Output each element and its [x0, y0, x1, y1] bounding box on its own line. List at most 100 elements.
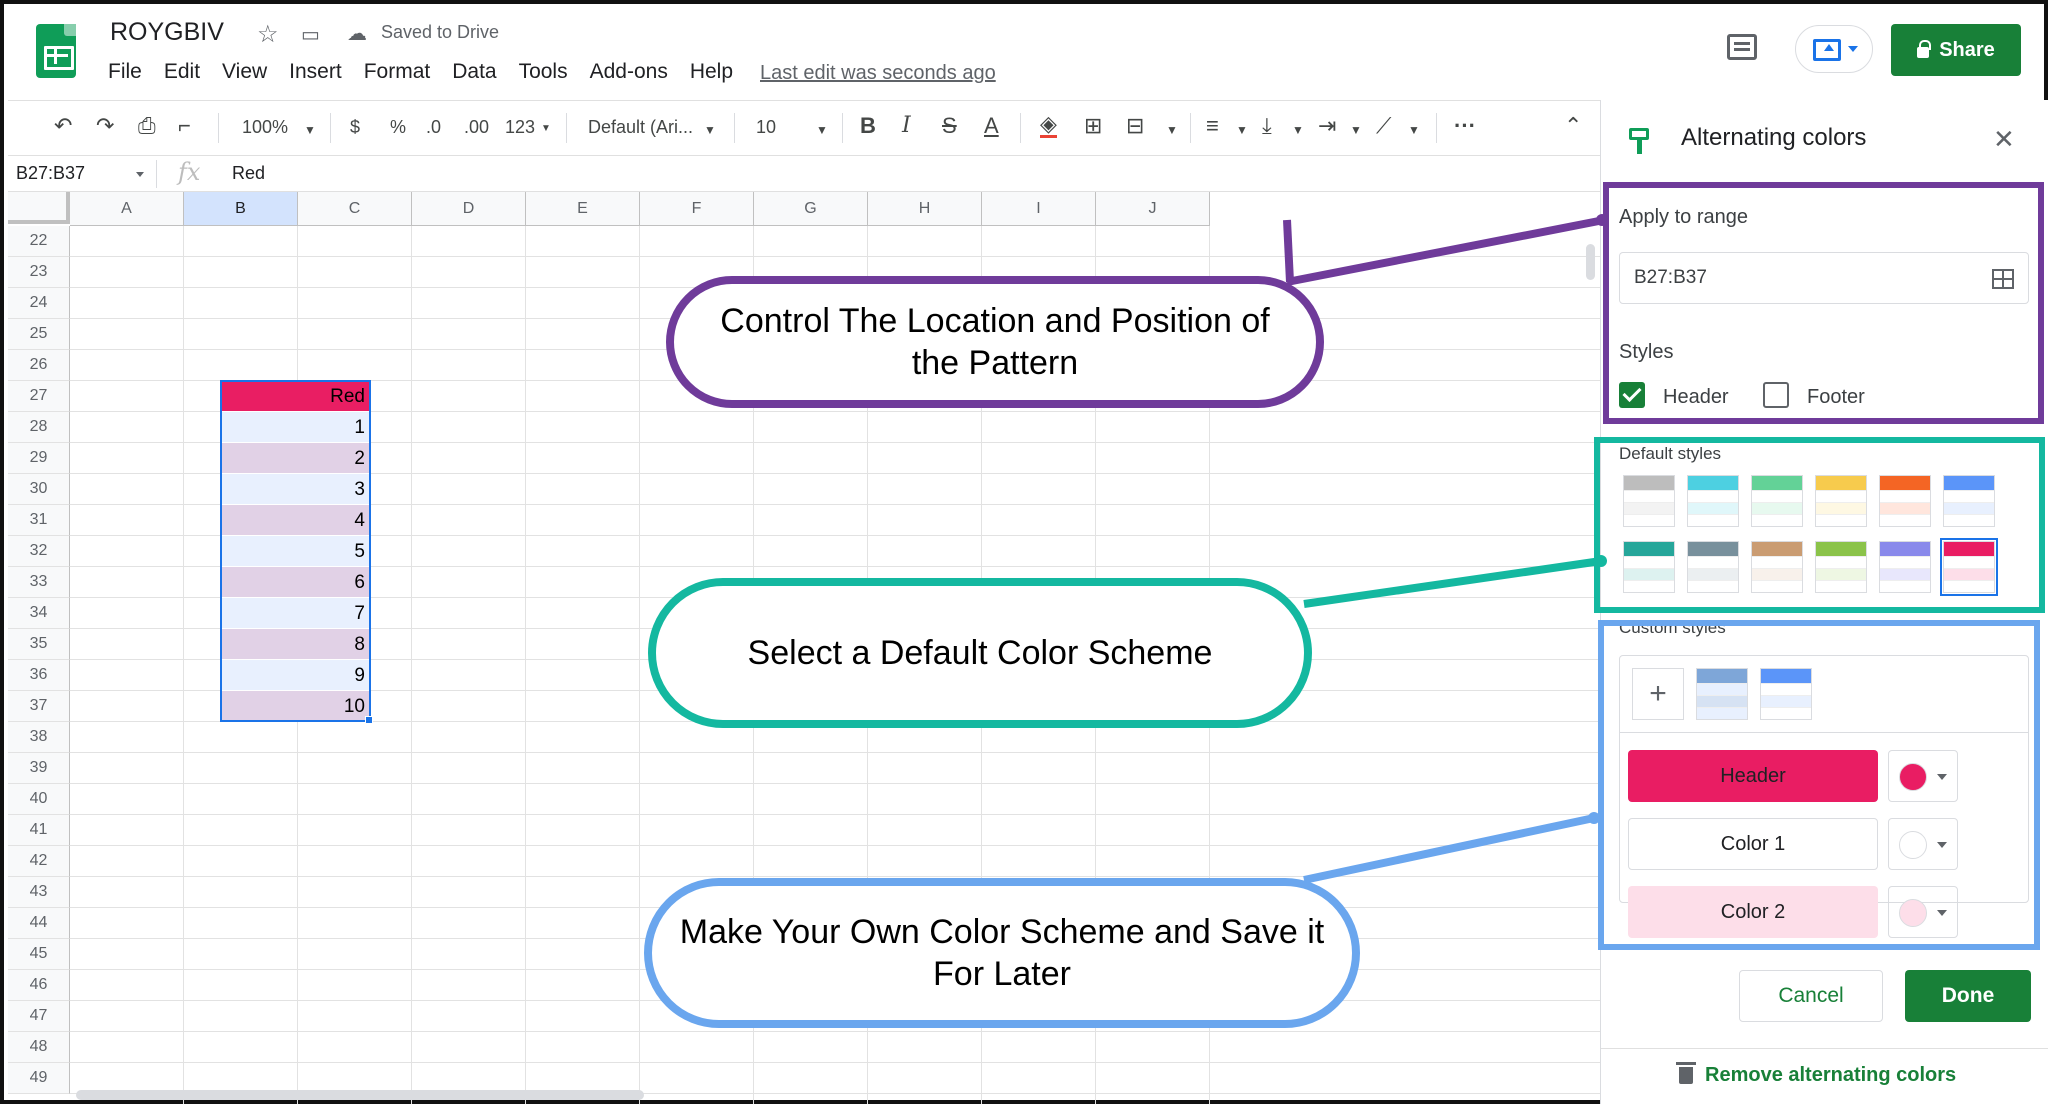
default-style-swatch[interactable]: [1687, 541, 1739, 593]
row-header[interactable]: 46: [8, 970, 70, 1001]
horizontal-align-icon[interactable]: ≡: [1206, 113, 1219, 139]
cancel-button[interactable]: Cancel: [1739, 970, 1883, 1022]
row-header[interactable]: 39: [8, 753, 70, 784]
row-header[interactable]: 29: [8, 443, 70, 474]
italic-button[interactable]: I: [902, 113, 911, 138]
last-edit-link[interactable]: Last edit was seconds ago: [760, 62, 996, 85]
row-header[interactable]: 28: [8, 412, 70, 443]
text-rotation-icon[interactable]: ⟋: [1376, 113, 1391, 139]
paint-format-icon[interactable]: ⌐: [178, 113, 191, 139]
row-header[interactable]: 41: [8, 815, 70, 846]
cell-b36[interactable]: 9: [221, 660, 369, 691]
default-style-swatch[interactable]: [1623, 475, 1675, 527]
default-style-swatch[interactable]: [1940, 538, 1998, 596]
cell-b27[interactable]: Red: [221, 381, 369, 412]
row-header[interactable]: 45: [8, 939, 70, 970]
color-picker-button[interactable]: [1888, 818, 1958, 870]
row-header[interactable]: 30: [8, 474, 70, 505]
decrease-decimal-button[interactable]: .0: [426, 117, 441, 138]
add-custom-style-button[interactable]: +: [1632, 668, 1684, 720]
column-header-d[interactable]: D: [412, 192, 526, 226]
text-color-button[interactable]: A: [984, 113, 999, 139]
default-style-swatch[interactable]: [1623, 541, 1675, 593]
cell-b29[interactable]: 2: [221, 443, 369, 474]
cell-b30[interactable]: 3: [221, 474, 369, 505]
menu-data[interactable]: Data: [452, 60, 496, 84]
default-style-swatch[interactable]: [1751, 541, 1803, 593]
default-style-swatch[interactable]: [1687, 475, 1739, 527]
fill-handle[interactable]: [365, 716, 373, 724]
star-icon[interactable]: ☆: [257, 20, 279, 49]
strikethrough-button[interactable]: S: [942, 113, 957, 139]
row-header[interactable]: 38: [8, 722, 70, 753]
row-header[interactable]: 32: [8, 536, 70, 567]
sheets-logo-icon[interactable]: [36, 24, 76, 78]
cell-b31[interactable]: 4: [221, 505, 369, 536]
menu-tools[interactable]: Tools: [519, 60, 568, 84]
undo-icon[interactable]: ↶: [54, 113, 72, 139]
more-options-icon[interactable]: ···: [1454, 113, 1476, 139]
default-style-swatch[interactable]: [1815, 541, 1867, 593]
row-header[interactable]: 27: [8, 381, 70, 412]
menu-help[interactable]: Help: [690, 60, 733, 84]
cell-b35[interactable]: 8: [221, 629, 369, 660]
more-formats-button[interactable]: 123: [505, 117, 535, 138]
column-header-a[interactable]: A: [70, 192, 184, 226]
row-header[interactable]: 36: [8, 660, 70, 691]
horizontal-scrollbar[interactable]: [76, 1090, 644, 1100]
default-style-swatch[interactable]: [1879, 541, 1931, 593]
move-folder-icon[interactable]: ▭: [301, 22, 320, 47]
merge-cells-icon[interactable]: ⊟: [1126, 113, 1144, 139]
default-style-swatch[interactable]: [1751, 475, 1803, 527]
close-icon[interactable]: ✕: [1993, 124, 2015, 155]
fill-color-icon[interactable]: ◈: [1040, 113, 1057, 138]
row-header[interactable]: 37: [8, 691, 70, 722]
default-style-swatch[interactable]: [1943, 475, 1995, 527]
font-select[interactable]: Default (Ari...: [588, 117, 693, 138]
column-header-g[interactable]: G: [754, 192, 868, 226]
row-header[interactable]: 31: [8, 505, 70, 536]
cell-b37[interactable]: 10: [221, 691, 369, 722]
menu-insert[interactable]: Insert: [289, 60, 342, 84]
row-header[interactable]: 23: [8, 257, 70, 288]
menu-edit[interactable]: Edit: [164, 60, 200, 84]
row-header[interactable]: 47: [8, 1001, 70, 1032]
row-header[interactable]: 35: [8, 629, 70, 660]
cell-b32[interactable]: 5: [221, 536, 369, 567]
currency-format-button[interactable]: $: [350, 117, 360, 138]
footer-checkbox[interactable]: [1763, 382, 1789, 408]
print-icon[interactable]: ⎙: [138, 113, 156, 139]
row-header[interactable]: 34: [8, 598, 70, 629]
default-style-swatch[interactable]: [1815, 475, 1867, 527]
cell-b34[interactable]: 7: [221, 598, 369, 629]
name-box[interactable]: B27:B37: [16, 163, 85, 184]
row-header[interactable]: 24: [8, 288, 70, 319]
color-picker-button[interactable]: [1888, 886, 1958, 938]
range-input[interactable]: B27:B37: [1619, 252, 2029, 304]
share-button[interactable]: Share: [1891, 24, 2021, 76]
custom-style-swatch[interactable]: [1760, 668, 1812, 720]
increase-decimal-button[interactable]: .00: [464, 117, 489, 138]
column-header-j[interactable]: J: [1096, 192, 1210, 226]
select-all-corner[interactable]: [8, 192, 70, 224]
cell-b28[interactable]: 1: [221, 412, 369, 443]
default-style-swatch[interactable]: [1879, 475, 1931, 527]
zoom-select[interactable]: 100%: [242, 117, 288, 138]
text-wrapping-icon[interactable]: ⇥: [1318, 113, 1336, 139]
formula-input[interactable]: Red: [232, 163, 265, 184]
borders-icon[interactable]: ⊞: [1084, 113, 1102, 139]
menu-view[interactable]: View: [222, 60, 267, 84]
row-header[interactable]: 49: [8, 1063, 70, 1094]
column-header-i[interactable]: I: [982, 192, 1096, 226]
row-header[interactable]: 40: [8, 784, 70, 815]
row-header[interactable]: 26: [8, 350, 70, 381]
custom-style-swatch[interactable]: [1696, 668, 1748, 720]
present-button[interactable]: [1795, 25, 1873, 73]
collapse-toolbar-icon[interactable]: ⌃: [1564, 113, 1582, 139]
column-header-f[interactable]: F: [640, 192, 754, 226]
color-row-color-2-button[interactable]: Color 2: [1628, 886, 1878, 938]
color-row-header-button[interactable]: Header: [1628, 750, 1878, 802]
remove-alternating-colors-button[interactable]: Remove alternating colors: [1676, 1062, 1956, 1087]
vertical-scrollbar[interactable]: [1586, 244, 1595, 280]
vertical-align-icon[interactable]: ⤓: [1262, 113, 1272, 139]
